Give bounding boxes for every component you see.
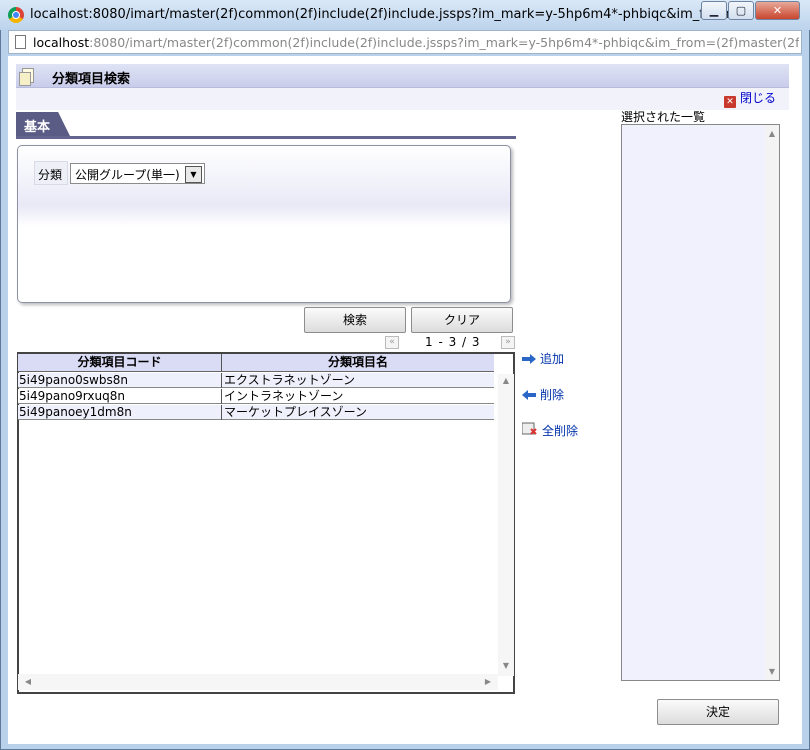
search-button[interactable]: 検索 <box>304 307 406 333</box>
category-select-value: 公開グループ(単一) <box>75 168 180 182</box>
table-vertical-scrollbar[interactable]: ▲ ▼ <box>498 374 514 676</box>
remove-link-label: 削除 <box>540 388 565 402</box>
add-link-label: 追加 <box>540 352 565 366</box>
maximize-button[interactable]: ▢ <box>728 1 754 20</box>
close-link-label: 閉じる <box>740 91 777 105</box>
minimize-button[interactable]: ▁ <box>701 1 727 20</box>
arrow-left-icon <box>522 389 536 400</box>
column-header-name[interactable]: 分類項目名 <box>222 354 494 372</box>
table-horizontal-scrollbar[interactable]: ◀ ▶ <box>18 674 498 690</box>
close-link[interactable]: ✕ 閉じる <box>724 89 776 108</box>
selected-list[interactable] <box>621 124 780 681</box>
tab-underline <box>16 136 516 139</box>
scroll-right-icon[interactable]: ▶ <box>480 677 496 686</box>
window-titlebar: localhost:8080/imart/master(2f)common(2f… <box>0 0 810 30</box>
row-code: 5i49pano9rxuq8n <box>18 389 222 404</box>
column-header-code[interactable]: 分類項目コード <box>18 354 222 372</box>
row-name: イントラネットゾーン <box>224 389 344 403</box>
selected-list-scrollbar[interactable]: ▲ ▼ <box>765 125 779 680</box>
address-bar[interactable]: localhost:8080/imart/master(2f)common(2f… <box>8 30 802 54</box>
close-icon: ✕ <box>724 96 736 108</box>
row-name: マーケットプレイスゾーン <box>224 405 368 419</box>
row-name: エクストラネットゾーン <box>224 373 356 387</box>
scroll-down-icon[interactable]: ▼ <box>764 667 780 676</box>
pager-status: 1 - 3 / 3 <box>425 335 481 349</box>
header-subbar <box>16 88 789 110</box>
selected-list-label: 選択された一覧 <box>621 110 706 124</box>
page-header: 分類項目検索 <box>16 64 789 88</box>
decide-button[interactable]: 決定 <box>657 699 779 725</box>
window-title: localhost:8080/imart/master(2f)common(2f… <box>30 7 753 22</box>
address-text[interactable]: localhost:8080/imart/master(2f)common(2f… <box>33 35 799 50</box>
tab-basic[interactable]: 基本 <box>16 112 70 136</box>
pager-last-button[interactable]: » <box>501 336 515 349</box>
row-code: 5i49panoey1dm8n <box>18 405 222 420</box>
scroll-up-icon[interactable]: ▲ <box>498 376 514 385</box>
category-label: 分類 <box>34 161 68 185</box>
table-row[interactable]: 5i49pano9rxuq8n イントラネットゾーン <box>18 389 494 404</box>
chrome-icon <box>8 7 24 23</box>
scroll-left-icon[interactable]: ◀ <box>20 677 36 686</box>
page-icon <box>15 35 26 49</box>
scroll-up-icon[interactable]: ▲ <box>764 129 780 138</box>
page-content: 分類項目検索 ✕ 閉じる 基本 分類 公開グループ(単一) ▼ 検索 クリア « … <box>8 56 802 744</box>
url-path: :8080/imart/master(2f)common(2f)include(… <box>89 35 799 50</box>
clear-button[interactable]: クリア <box>411 307 513 333</box>
dropdown-arrow-icon[interactable]: ▼ <box>185 166 202 183</box>
scroll-down-icon[interactable]: ▼ <box>498 661 514 670</box>
remove-all-link-label: 全削除 <box>542 424 579 438</box>
close-window-button[interactable]: ✕ <box>755 1 800 20</box>
table-row[interactable]: 5i49panoey1dm8n マーケットプレイスゾーン <box>18 405 494 420</box>
remove-all-link[interactable]: 全削除 <box>521 422 579 439</box>
row-code: 5i49pano0swbs8n <box>18 373 222 388</box>
table-row[interactable]: 5i49pano0swbs8n エクストラネットゾーン <box>18 373 494 388</box>
add-link[interactable]: 追加 <box>522 350 564 367</box>
pager-first-button[interactable]: « <box>385 336 399 349</box>
url-host: localhost <box>33 35 90 50</box>
remove-link[interactable]: 削除 <box>522 386 564 403</box>
category-select[interactable]: 公開グループ(単一) ▼ <box>70 163 205 184</box>
table-header: 分類項目コード 分類項目名 <box>18 354 494 372</box>
delete-all-icon <box>521 422 538 436</box>
document-icon <box>19 68 34 86</box>
page-title: 分類項目検索 <box>52 72 131 87</box>
arrow-right-icon <box>522 353 536 364</box>
